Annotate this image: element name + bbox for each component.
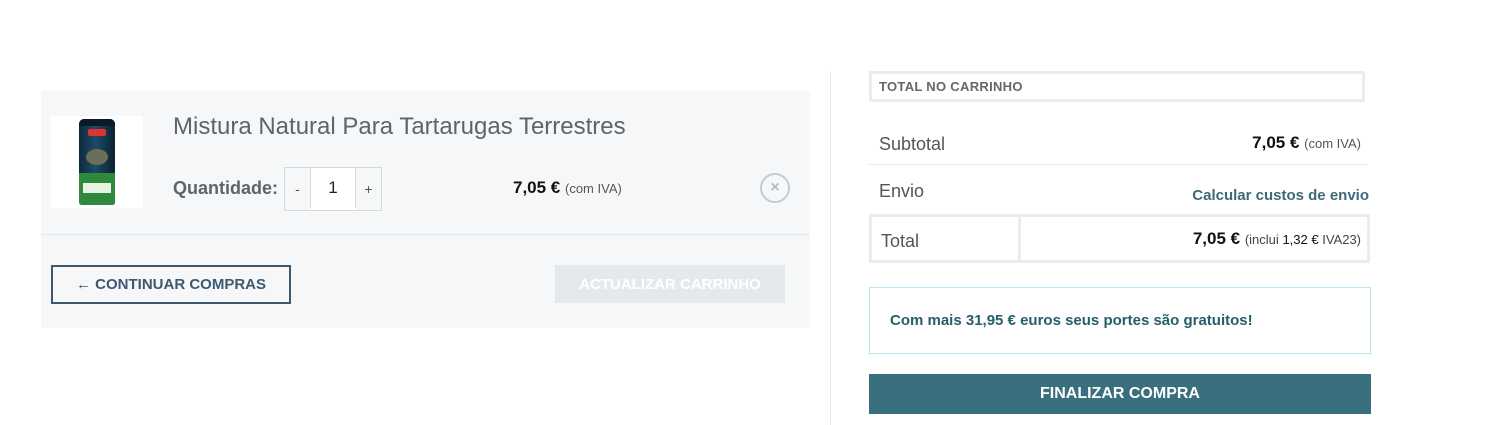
total-tax-info: (inclui 1,32 € IVA23) xyxy=(1245,232,1361,247)
brand-logo-shape xyxy=(88,129,106,136)
subtotal-tax-note: (com IVA) xyxy=(1304,136,1361,151)
column-divider xyxy=(830,71,831,425)
total-label-cell: Total xyxy=(872,217,1021,260)
increase-quantity-button[interactable]: + xyxy=(356,168,381,210)
subtotal-amount: 7,05 € (com IVA) xyxy=(1252,133,1361,153)
turtle-icon xyxy=(86,149,108,165)
subtotal-label: Subtotal xyxy=(879,134,946,154)
cart-totals-heading: TOTAL NO CARRINHO xyxy=(869,71,1365,102)
quantity-stepper: - + xyxy=(284,167,382,211)
item-price-value: 7,05 € xyxy=(513,178,561,197)
product-can-icon xyxy=(79,119,115,205)
quantity-label: Quantidade: xyxy=(173,178,279,198)
tax-amount: 1,32 € xyxy=(1282,232,1319,247)
product-image[interactable] xyxy=(51,116,143,208)
remove-item-button[interactable]: × xyxy=(760,173,790,203)
free-shipping-notice: Com mais 31,95 € euros seus portes são g… xyxy=(869,287,1371,354)
tax-suffix: IVA23) xyxy=(1322,232,1361,247)
total-value: 7,05 € xyxy=(1192,229,1241,248)
calculate-shipping-link[interactable]: Calcular custos de envio xyxy=(1192,187,1369,204)
tax-prefix: (inclui xyxy=(1244,232,1279,247)
shipping-label: Envio xyxy=(879,181,925,201)
can-label-band xyxy=(83,183,111,193)
continue-shopping-button[interactable]: ← CONTINUAR COMPRAS xyxy=(51,265,291,304)
can-lid-shape xyxy=(79,119,115,126)
checkout-button[interactable]: FINALIZAR COMPRA xyxy=(869,374,1371,414)
subtotal-row: Subtotal 7,05 € (com IVA) xyxy=(869,120,1368,165)
cart-item-row: Mistura Natural Para Tartarugas Terrestr… xyxy=(41,91,810,235)
update-cart-button[interactable]: ACTUALIZAR CARRINHO xyxy=(555,265,785,303)
product-name-link[interactable]: Mistura Natural Para Tartarugas Terrestr… xyxy=(173,113,626,141)
item-tax-note: (com IVA) xyxy=(565,181,622,196)
total-label: Total xyxy=(881,231,920,251)
cart-panel: Mistura Natural Para Tartarugas Terrestr… xyxy=(41,91,810,328)
subtotal-value: 7,05 € xyxy=(1252,133,1300,152)
shipping-row: Envio Calcular custos de envio xyxy=(869,165,1371,213)
decrease-quantity-button[interactable]: - xyxy=(285,168,310,210)
total-amount: 7,05 € (inclui 1,32 € IVA23) xyxy=(1193,229,1361,249)
item-price: 7,05 € (com IVA) xyxy=(513,178,622,198)
order-total-row: Total 7,05 € (inclui 1,32 € IVA23) xyxy=(869,214,1370,263)
quantity-input[interactable] xyxy=(310,168,356,208)
total-value-cell: 7,05 € (inclui 1,32 € IVA23) xyxy=(1021,217,1367,260)
